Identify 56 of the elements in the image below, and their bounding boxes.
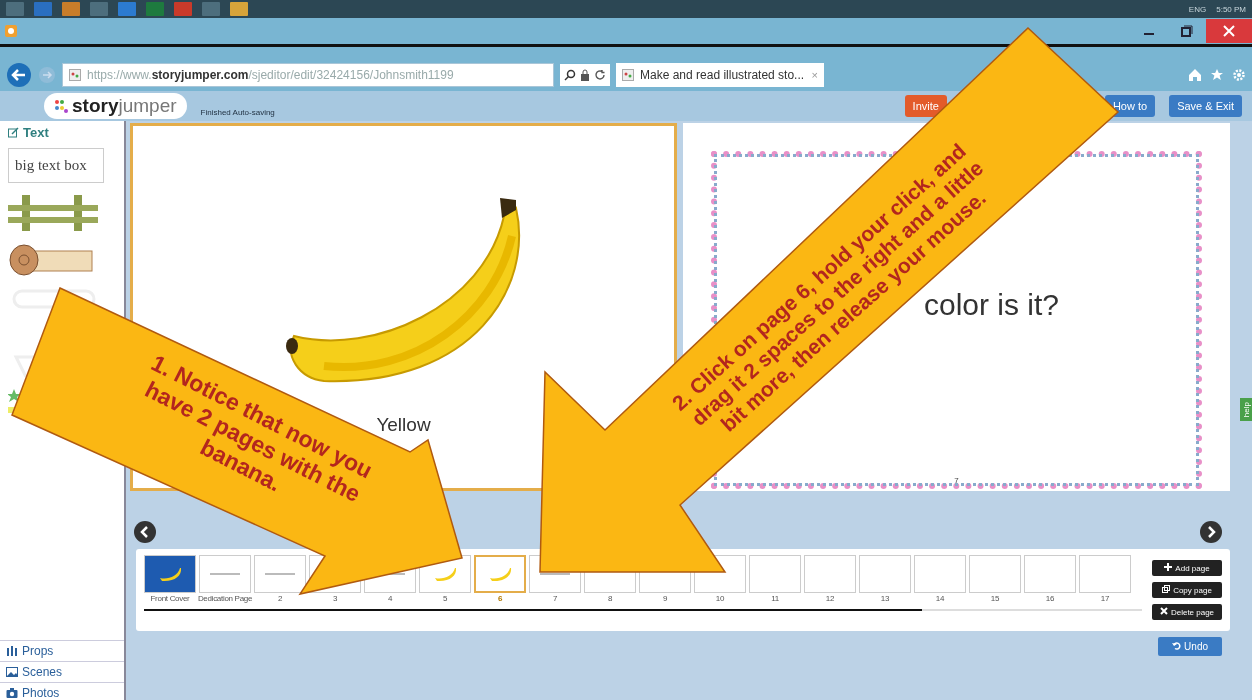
forward-icon[interactable] [38,66,56,84]
logo[interactable]: storyjumper [44,93,187,119]
edit-icon [8,127,19,138]
text-line-icon [210,573,240,575]
banana-icon [158,566,182,582]
autosave-status: Finished Auto-saving [200,108,275,117]
header-button[interactable]: Save & Exit [1169,95,1242,117]
start-icon[interactable] [6,2,24,16]
undo-icon [1172,641,1182,650]
close-icon [1159,607,1168,615]
text-line-icon [265,573,295,575]
camera-icon [6,687,18,699]
address-field[interactable]: https://www.storyjumper.com/sjeditor/edit/32424156/Johnsmith1199 [62,63,554,87]
section-label: Text [23,125,49,140]
scroll-thumb[interactable] [144,609,923,611]
tab-title: Make and read illustrated sto... [640,68,805,82]
banana-icon [433,566,457,582]
sidebar-tab[interactable]: Props [0,640,124,661]
language-indicator[interactable]: ENG [1188,4,1207,14]
settings-icon[interactable] [1232,68,1246,82]
refresh-icon[interactable] [594,69,606,81]
undo-button[interactable]: Undo [1158,637,1222,656]
search-icon[interactable] [564,69,576,81]
page-icon [622,69,634,81]
home-icon[interactable] [1188,68,1202,82]
header-button[interactable]: Invite [904,95,947,117]
back-icon[interactable] [6,62,32,88]
page-icon [69,69,81,81]
next-page-icon[interactable] [1200,521,1222,543]
page-action-button[interactable]: Delete page [1152,604,1222,620]
text-line-icon [540,573,570,575]
scroll-drawing[interactable] [8,243,94,277]
plus-icon [1164,563,1173,571]
page-action-button[interactable]: Copy page [1152,582,1222,598]
image-icon [6,666,18,678]
app-icon [4,24,18,38]
fence-drawing[interactable] [8,193,98,233]
page-text: color is it? [924,288,1060,322]
star-icon[interactable] [1210,68,1224,82]
browser-tab[interactable]: Make and read illustrated sto... × [616,63,824,87]
restore-icon[interactable] [1181,25,1193,37]
lock-icon [580,69,590,81]
text-box-item[interactable]: big text box [8,148,104,183]
logo-dots-icon [54,99,68,113]
clock: 5:50 PM [1216,4,1246,14]
text-section-header[interactable]: Text [0,121,124,144]
props-icon [6,645,18,657]
sidebar-tab[interactable]: Photos [0,682,124,700]
page-action-button[interactable]: Add page [1152,560,1222,576]
copy-icon [1162,585,1171,593]
banana-icon [488,566,512,582]
page-number: 7 [954,476,959,485]
previous-page-icon[interactable] [134,521,156,543]
close-icon[interactable] [1223,25,1235,37]
page-caption: Yellow [376,414,431,436]
scroll-track[interactable] [144,609,1142,611]
